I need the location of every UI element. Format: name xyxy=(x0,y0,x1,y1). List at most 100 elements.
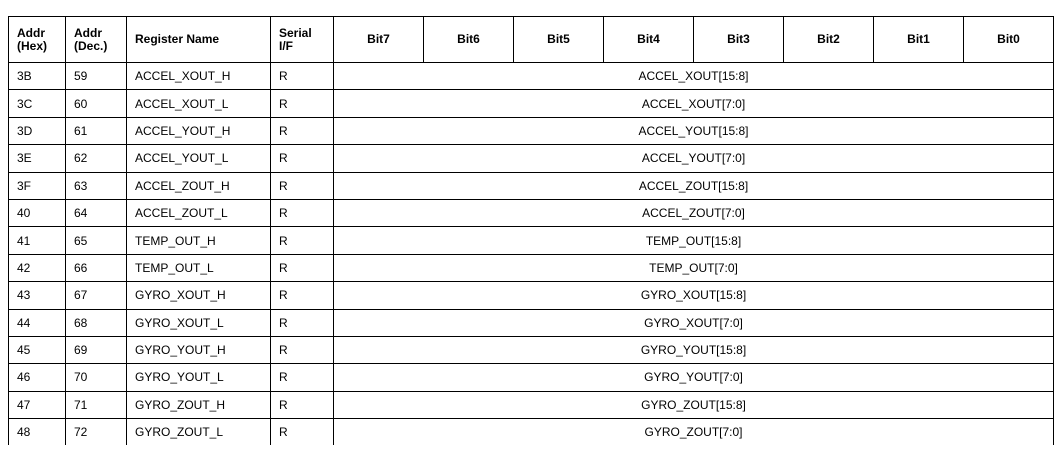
table-row: 42 66 TEMP_OUT_L R TEMP_OUT[7:0] xyxy=(8,253,1054,283)
cell-addr-dec: 71 xyxy=(65,390,127,420)
cell-addr-hex: 40 xyxy=(8,198,66,228)
cell-bits: ACCEL_ZOUT[7:0] xyxy=(333,198,1054,228)
cell-bits: GYRO_ZOUT[7:0] xyxy=(333,418,1054,446)
cell-bits: ACCEL_XOUT[15:8] xyxy=(333,61,1054,91)
cell-serial-if: R xyxy=(270,144,334,173)
cell-bits: ACCEL_YOUT[15:8] xyxy=(333,116,1054,146)
cell-addr-hex: 3D xyxy=(8,116,66,146)
cell-register-name: ACCEL_ZOUT_L xyxy=(126,198,271,228)
cell-addr-dec: 59 xyxy=(65,61,127,91)
table-row: 3E 62 ACCEL_YOUT_L R ACCEL_YOUT[7:0] xyxy=(8,144,1054,173)
header-addr-hex-line1: Addr xyxy=(17,25,45,40)
cell-addr-dec: 66 xyxy=(65,253,127,283)
cell-bits: GYRO_XOUT[7:0] xyxy=(333,308,1054,337)
table-row: 44 68 GYRO_XOUT_L R GYRO_XOUT[7:0] xyxy=(8,308,1054,337)
cell-addr-dec: 62 xyxy=(65,144,127,173)
cell-addr-dec: 69 xyxy=(65,335,127,365)
header-bit4: Bit4 xyxy=(603,16,694,63)
cell-addr-hex: 46 xyxy=(8,363,66,392)
cell-register-name: GYRO_YOUT_L xyxy=(126,363,271,392)
cell-addr-hex: 44 xyxy=(8,308,66,337)
cell-addr-hex: 41 xyxy=(8,226,66,255)
header-bit3: Bit3 xyxy=(693,16,784,63)
cell-serial-if: R xyxy=(270,253,334,283)
table-row: 3D 61 ACCEL_YOUT_H R ACCEL_YOUT[15:8] xyxy=(8,116,1054,146)
cell-serial-if: R xyxy=(270,116,334,146)
cell-serial-if: R xyxy=(270,226,334,255)
cell-addr-hex: 3C xyxy=(8,89,66,118)
cell-bits: GYRO_YOUT[7:0] xyxy=(333,363,1054,392)
header-bit5: Bit5 xyxy=(513,16,604,63)
cell-addr-hex: 3F xyxy=(8,171,66,200)
header-bit2: Bit2 xyxy=(783,16,874,63)
header-bit0: Bit0 xyxy=(963,16,1054,63)
header-bit7: Bit7 xyxy=(333,16,424,63)
cell-bits: ACCEL_ZOUT[15:8] xyxy=(333,171,1054,200)
cell-register-name: GYRO_XOUT_H xyxy=(126,281,271,310)
cell-serial-if: R xyxy=(270,363,334,392)
cell-register-name: GYRO_ZOUT_H xyxy=(126,390,271,420)
cell-addr-dec: 68 xyxy=(65,308,127,337)
table-row: 46 70 GYRO_YOUT_L R GYRO_YOUT[7:0] xyxy=(8,363,1054,392)
cell-addr-hex: 43 xyxy=(8,281,66,310)
cell-addr-hex: 42 xyxy=(8,253,66,283)
header-addr-dec-line2: (Dec.) xyxy=(74,38,108,53)
cell-register-name: GYRO_YOUT_H xyxy=(126,335,271,365)
cell-bits: GYRO_ZOUT[15:8] xyxy=(333,390,1054,420)
header-serial-if-line1: Serial xyxy=(279,25,312,40)
header-serial-if-line2: I/F xyxy=(279,38,293,53)
cell-serial-if: R xyxy=(270,89,334,118)
cell-serial-if: R xyxy=(270,198,334,228)
table-row: 3B 59 ACCEL_XOUT_H R ACCEL_XOUT[15:8] xyxy=(8,61,1054,91)
cell-register-name: TEMP_OUT_H xyxy=(126,226,271,255)
table-header: Addr (Hex) Addr (Dec.) Register Name Ser… xyxy=(8,16,1054,63)
cell-addr-dec: 65 xyxy=(65,226,127,255)
cell-addr-dec: 72 xyxy=(65,418,127,446)
cell-register-name: GYRO_XOUT_L xyxy=(126,308,271,337)
header-addr-hex-line2: (Hex) xyxy=(17,38,48,53)
table-row: 3C 60 ACCEL_XOUT_L R ACCEL_XOUT[7:0] xyxy=(8,89,1054,118)
cell-addr-hex: 48 xyxy=(8,418,66,446)
cell-addr-hex: 3E xyxy=(8,144,66,173)
table-row: 45 69 GYRO_YOUT_H R GYRO_YOUT[15:8] xyxy=(8,335,1054,365)
cell-register-name: ACCEL_ZOUT_H xyxy=(126,171,271,200)
table-body: 3B 59 ACCEL_XOUT_H R ACCEL_XOUT[15:8] 3C… xyxy=(8,61,1054,446)
cell-addr-dec: 63 xyxy=(65,171,127,200)
cell-serial-if: R xyxy=(270,308,334,337)
cell-addr-dec: 60 xyxy=(65,89,127,118)
cell-bits: TEMP_OUT[15:8] xyxy=(333,226,1054,255)
cell-addr-dec: 70 xyxy=(65,363,127,392)
cell-serial-if: R xyxy=(270,335,334,365)
cell-bits: GYRO_YOUT[15:8] xyxy=(333,335,1054,365)
cell-bits: ACCEL_YOUT[7:0] xyxy=(333,144,1054,173)
cell-addr-dec: 61 xyxy=(65,116,127,146)
table-row: 43 67 GYRO_XOUT_H R GYRO_XOUT[15:8] xyxy=(8,281,1054,310)
header-addr-dec-line1: Addr xyxy=(74,25,102,40)
cell-register-name: TEMP_OUT_L xyxy=(126,253,271,283)
cell-addr-hex: 45 xyxy=(8,335,66,365)
cell-register-name: ACCEL_YOUT_L xyxy=(126,144,271,173)
header-row: Addr (Hex) Addr (Dec.) Register Name Ser… xyxy=(8,16,1054,63)
cell-register-name: ACCEL_XOUT_L xyxy=(126,89,271,118)
table-row: 41 65 TEMP_OUT_H R TEMP_OUT[15:8] xyxy=(8,226,1054,255)
cell-addr-hex: 3B xyxy=(8,61,66,91)
cell-bits: GYRO_XOUT[15:8] xyxy=(333,281,1054,310)
register-map-table: Addr (Hex) Addr (Dec.) Register Name Ser… xyxy=(8,16,1054,446)
header-serial-if: Serial I/F xyxy=(270,16,334,63)
table-row: 40 64 ACCEL_ZOUT_L R ACCEL_ZOUT[7:0] xyxy=(8,198,1054,228)
cell-register-name: ACCEL_XOUT_H xyxy=(126,61,271,91)
cell-addr-hex: 47 xyxy=(8,390,66,420)
table-row: 48 72 GYRO_ZOUT_L R GYRO_ZOUT[7:0] xyxy=(8,418,1054,446)
table-row: 3F 63 ACCEL_ZOUT_H R ACCEL_ZOUT[15:8] xyxy=(8,171,1054,200)
cell-serial-if: R xyxy=(270,281,334,310)
cell-addr-dec: 67 xyxy=(65,281,127,310)
cell-addr-dec: 64 xyxy=(65,198,127,228)
cell-serial-if: R xyxy=(270,418,334,446)
cell-register-name: ACCEL_YOUT_H xyxy=(126,116,271,146)
cell-bits: ACCEL_XOUT[7:0] xyxy=(333,89,1054,118)
header-register-name: Register Name xyxy=(126,16,271,63)
cell-serial-if: R xyxy=(270,171,334,200)
cell-serial-if: R xyxy=(270,61,334,91)
header-addr-dec: Addr (Dec.) xyxy=(65,16,127,63)
header-addr-hex: Addr (Hex) xyxy=(8,16,66,63)
